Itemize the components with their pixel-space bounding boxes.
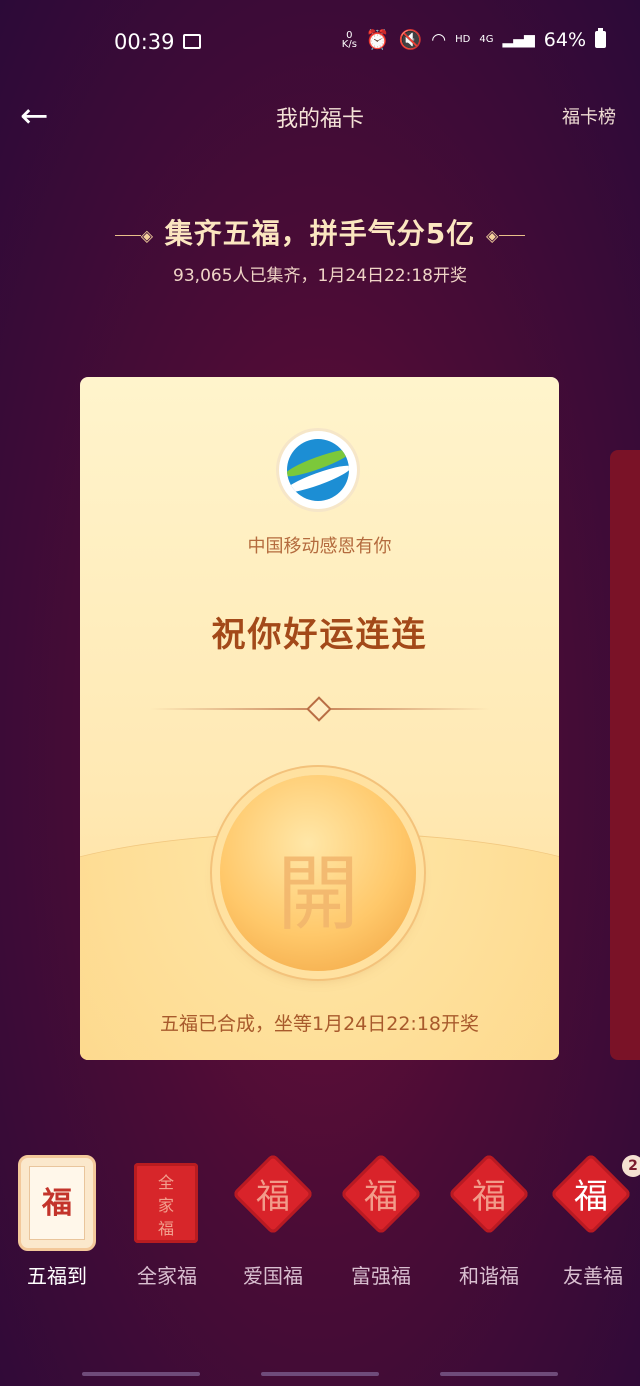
tile-char: 家 xyxy=(157,1196,174,1215)
top-nav: ← 我的福卡 福卡榜 xyxy=(0,88,640,144)
fu-label: 和谐福 xyxy=(459,1264,519,1288)
hd-label: HD xyxy=(455,34,471,45)
fu-glyph-icon: 福 xyxy=(574,1177,608,1217)
battery-percent: 64% xyxy=(543,28,586,51)
network-type: 4G xyxy=(479,34,494,45)
diamond-ornament-icon: ◈ xyxy=(485,225,500,245)
draw-info: 93,065人已集齐，1月24日22:18开奖 xyxy=(173,266,467,286)
wifi-icon: ◠ xyxy=(431,29,447,50)
divider-gem-icon xyxy=(306,696,332,722)
alarm-icon: ⏰ xyxy=(365,29,390,51)
wish-text: 祝你好运连连 xyxy=(211,615,428,655)
nav-gesture-bar xyxy=(82,1372,200,1376)
gallery-notification-icon xyxy=(183,34,201,49)
fu-label: 爱国福 xyxy=(243,1264,303,1288)
mute-icon: 🔇 xyxy=(398,29,423,51)
china-mobile-logo-icon xyxy=(279,431,357,509)
card-status-note: 五福已合成，坐等1月24日22:18开奖 xyxy=(159,1013,480,1035)
fu-glyph-icon: 福 xyxy=(256,1177,290,1217)
fu-label: 全家福 xyxy=(137,1264,197,1288)
headline: ◈ 集齐五福，拼手气分5亿 ◈ xyxy=(0,212,640,252)
net-speed-unit: K/s xyxy=(341,38,357,50)
open-char: 開 xyxy=(276,847,359,942)
page-title: 我的福卡 xyxy=(275,107,364,132)
fu-label: 友善福 xyxy=(563,1264,623,1288)
open-button[interactable]: 開 xyxy=(220,775,416,971)
status-time: 00:39 xyxy=(114,30,175,54)
fu-label: 五福到 xyxy=(27,1264,87,1288)
fu-glyph-icon: 福 xyxy=(472,1177,506,1217)
headline-text: 集齐五福，拼手气分5亿 xyxy=(164,217,476,250)
next-card-peek[interactable] xyxy=(610,450,640,1060)
tile-char: 全 xyxy=(157,1173,174,1192)
fu-glyph-icon: 福 xyxy=(29,1166,85,1240)
wufudao-tile: 福 xyxy=(18,1155,96,1251)
status-bar: 00:39 0 K/s ⏰ 🔇 ◠ HD 4G ▂▄▆ 64% xyxy=(0,0,640,88)
fu-card-rank-link[interactable]: 福卡榜 xyxy=(562,103,616,129)
quanjiafu-tile: 全 家 福 xyxy=(134,1163,198,1243)
net-speed: 0 K/s xyxy=(341,30,357,50)
headline-divider-right xyxy=(499,234,526,236)
signal-icon: ▂▄▆ xyxy=(502,31,535,48)
status-icons: 0 K/s ⏰ 🔇 ◠ HD 4G ▂▄▆ 64% xyxy=(342,28,606,51)
nav-gesture-bar xyxy=(261,1372,379,1376)
fu-label: 富强福 xyxy=(351,1264,411,1288)
headline-divider-left xyxy=(114,234,141,236)
fu-card: 中国移动感恩有你 祝你好运连连 開 五福已合成，坐等1月24日22:18开奖 xyxy=(80,377,559,1060)
count-badge: 2 xyxy=(622,1155,640,1177)
fu-glyph-icon: 福 xyxy=(364,1177,398,1217)
nav-gesture-bar xyxy=(440,1372,558,1376)
sponsor-text: 中国移动感恩有你 xyxy=(247,536,392,557)
logo-disc xyxy=(287,439,349,501)
tile-char: 福 xyxy=(157,1219,174,1238)
diamond-ornament-icon: ◈ xyxy=(140,225,154,245)
battery-icon xyxy=(595,28,606,48)
fu-card-tray: 福 五福到 全 家 福 全家福 福 爱国福 福 富强福 福 和谐福 福 2 友善… xyxy=(0,1152,640,1295)
